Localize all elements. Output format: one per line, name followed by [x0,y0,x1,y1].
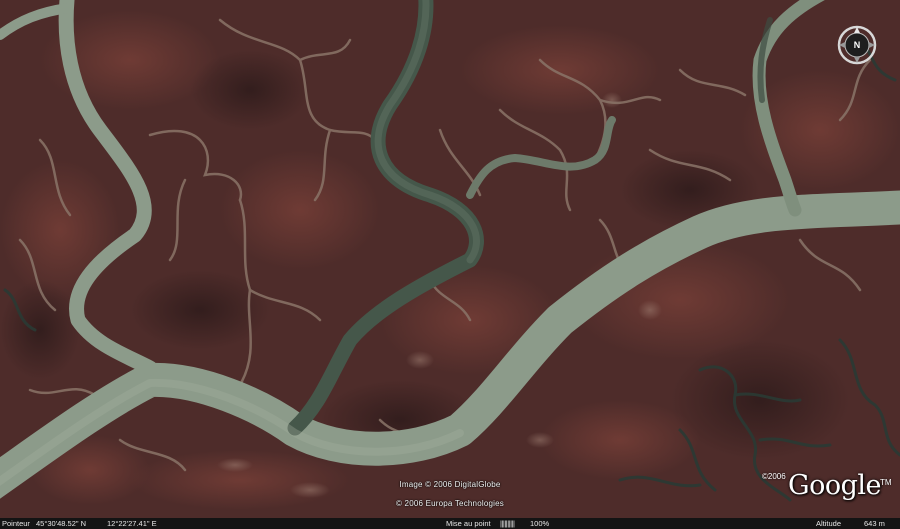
streaming-progress-bar: |||||||||| [500,519,515,528]
pointer-longitude: 12°22'27.41" E [107,519,157,528]
google-logo: ©2006 Google TM [762,468,892,508]
logo-copyright: ©2006 [762,472,786,481]
status-bar: Pointeur 45°30'48.52" N 12°22'27.41" E M… [0,518,900,529]
satellite-imagery[interactable] [0,0,900,518]
compass-icon: N [837,25,877,65]
logo-trademark: TM [880,478,892,487]
compass-north-letter: N [854,40,861,50]
altitude-label: Altitude [816,519,842,528]
streaming-label: Mise au point [446,519,491,528]
compass-control[interactable]: N [836,24,878,66]
streaming-percent: 100% [530,519,550,528]
map-viewport[interactable]: N Image © 2006 DigitalGlobe © 2006 Europ… [0,0,900,518]
pointer-label: Pointeur [2,519,30,528]
logo-wordmark: Google [788,470,881,501]
pointer-latitude: 45°30'48.52" N [36,519,87,528]
altitude-value: 643 m [864,519,885,528]
